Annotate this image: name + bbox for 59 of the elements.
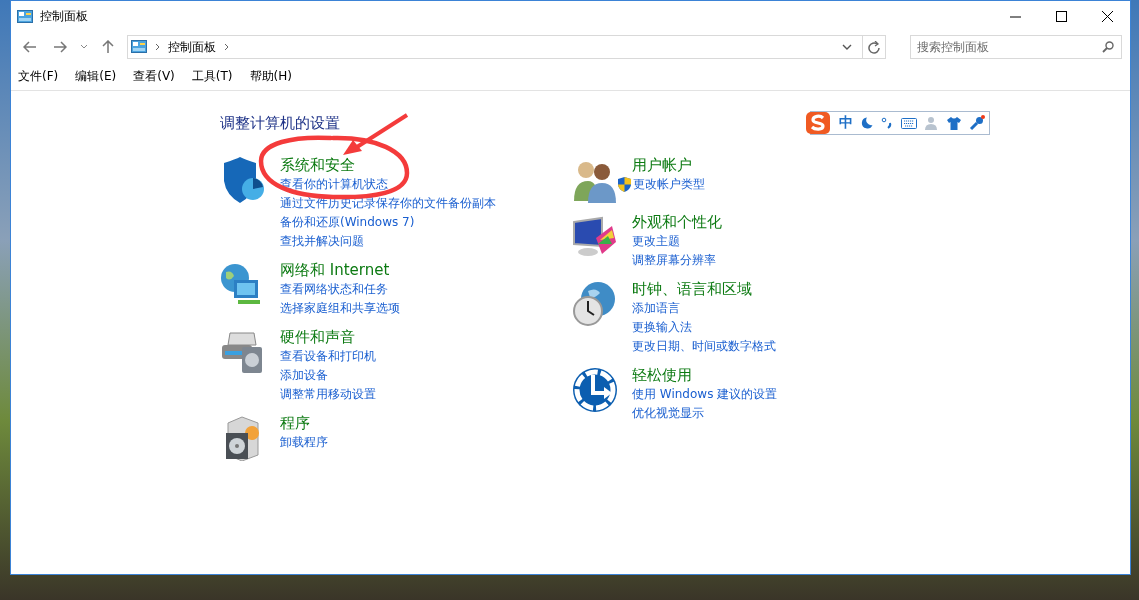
task-link[interactable]: 更改日期、时间或数字格式 bbox=[632, 337, 776, 356]
menu-item[interactable]: 查看(V) bbox=[133, 67, 175, 85]
forward-arrow-icon[interactable] bbox=[53, 41, 67, 53]
menu-item[interactable]: 编辑(E) bbox=[75, 67, 117, 85]
menu-item[interactable]: 文件(F) bbox=[18, 67, 59, 85]
refresh-icon[interactable] bbox=[868, 40, 880, 54]
control-panel-icon bbox=[131, 40, 147, 54]
security-shield-icon bbox=[618, 177, 631, 192]
task-link[interactable]: 查看设备和打印机 bbox=[280, 347, 376, 366]
keyboard-icon[interactable] bbox=[901, 117, 917, 129]
page-heading: 调整计算机的设置 bbox=[220, 113, 340, 133]
task-link[interactable]: 更改主题 bbox=[632, 232, 680, 251]
task-link[interactable]: 使用 Windows 建议的设置 bbox=[632, 385, 778, 404]
back-arrow-icon[interactable] bbox=[23, 41, 37, 53]
search-icon bbox=[1102, 41, 1114, 53]
task-link[interactable]: 查找并解决问题 bbox=[280, 232, 364, 251]
task-link[interactable]: 通过文件历史记录保存你的文件备份副本 bbox=[280, 194, 496, 213]
task-link[interactable]: 选择家庭组和共享选项 bbox=[280, 299, 400, 318]
punctuation-icon[interactable] bbox=[881, 117, 893, 129]
category-link[interactable]: 程序 bbox=[280, 413, 310, 433]
category-link[interactable]: 硬件和声音 bbox=[280, 327, 355, 347]
task-link[interactable]: 更换输入法 bbox=[632, 318, 692, 337]
task-link[interactable]: 添加设备 bbox=[280, 366, 328, 385]
minimize-icon[interactable] bbox=[1009, 15, 1021, 18]
up-arrow-icon[interactable] bbox=[102, 40, 114, 54]
task-link[interactable]: 优化视觉显示 bbox=[632, 404, 704, 423]
task-link[interactable]: 调整常用移动设置 bbox=[280, 385, 376, 404]
address-bar[interactable]: 控制面板 bbox=[127, 35, 886, 59]
category-link[interactable]: 网络和 Internet bbox=[280, 260, 390, 280]
category-link[interactable]: 时钟、语言和区域 bbox=[632, 279, 752, 299]
caret-icon[interactable] bbox=[80, 44, 88, 50]
input-method-logo-icon bbox=[805, 111, 831, 135]
category-link[interactable]: 系统和安全 bbox=[280, 155, 355, 175]
accessibility-icon[interactable] bbox=[572, 367, 618, 413]
shirt-icon[interactable] bbox=[947, 116, 961, 130]
close-icon[interactable] bbox=[1101, 11, 1113, 22]
menu-item[interactable]: 工具(T) bbox=[191, 67, 233, 85]
task-link[interactable]: 卸载程序 bbox=[280, 433, 328, 452]
window-title: 控制面板 bbox=[40, 8, 88, 25]
menu-item[interactable]: 帮助(H) bbox=[249, 67, 292, 85]
input-mode-label[interactable]: 中 bbox=[839, 114, 853, 132]
chevron-icon bbox=[224, 43, 229, 51]
category-link[interactable]: 轻松使用 bbox=[632, 365, 692, 385]
task-link[interactable]: 查看网络状态和任务 bbox=[280, 280, 388, 299]
search-field[interactable]: 搜索控制面板 bbox=[910, 35, 1122, 59]
wrench-icon[interactable] bbox=[969, 115, 985, 131]
breadcrumb[interactable]: 控制面板 bbox=[168, 38, 216, 56]
chevron-icon bbox=[155, 43, 160, 51]
category-link[interactable]: 外观和个性化 bbox=[632, 212, 722, 232]
control-panel-icon bbox=[17, 9, 33, 24]
dropdown-icon[interactable] bbox=[842, 44, 852, 50]
task-link[interactable]: 调整屏幕分辨率 bbox=[632, 251, 716, 270]
task-link[interactable]: 添加语言 bbox=[632, 299, 680, 318]
category-link[interactable]: 用户帐户 bbox=[632, 155, 692, 175]
maximize-icon[interactable] bbox=[1055, 11, 1067, 22]
task-link[interactable]: 备份和还原(Windows 7) bbox=[280, 213, 415, 232]
globe-clock-icon[interactable] bbox=[572, 281, 618, 327]
moon-icon[interactable] bbox=[861, 117, 873, 129]
task-link[interactable]: 更改帐户类型 bbox=[633, 175, 705, 194]
